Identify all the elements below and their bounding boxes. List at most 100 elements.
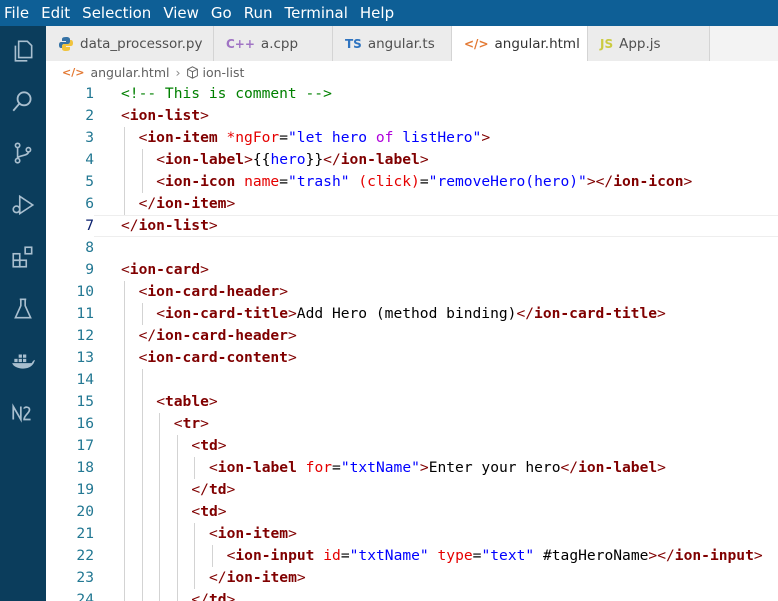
notebook-icon[interactable] xyxy=(8,398,38,428)
breadcrumb-symbol[interactable]: ion-list xyxy=(202,65,244,80)
code-line[interactable]: 24 </td> xyxy=(46,589,778,601)
line-number: 6 xyxy=(85,195,94,212)
line-number: 16 xyxy=(76,415,94,432)
indent-guide xyxy=(176,567,178,589)
tab-bar: data_processor.py C++ a.cpp TS angular.t… xyxy=(46,26,778,61)
indent-guide xyxy=(176,545,178,567)
code-text: </ion-card-header> xyxy=(138,327,297,344)
tab-label: a.cpp xyxy=(260,35,299,52)
search-icon[interactable] xyxy=(8,86,38,116)
line-number: 10 xyxy=(76,283,94,300)
line-number: 1 xyxy=(85,85,94,102)
indent-guide xyxy=(141,523,143,545)
code-line[interactable]: 7 </ion-list> xyxy=(46,215,778,237)
code-editor[interactable]: 1 <!-- This is comment --> 2 <ion-list> 3 <io… xyxy=(46,83,778,601)
activity-bar xyxy=(0,26,46,601)
menu-file[interactable]: File xyxy=(0,0,35,26)
code-line[interactable]: 11 <ion-card-title>Add Hero (method bindi… xyxy=(46,303,778,325)
line-number: 11 xyxy=(76,305,94,322)
line-number: 21 xyxy=(76,525,94,542)
indent-guide xyxy=(124,523,125,545)
indent-guide xyxy=(141,303,143,325)
indent-guide xyxy=(141,149,143,171)
line-number: 19 xyxy=(76,481,94,498)
menu-view[interactable]: View xyxy=(157,0,205,26)
code-line[interactable]: 14 xyxy=(46,369,778,391)
indent-guide xyxy=(159,567,161,589)
menu-run[interactable]: Run xyxy=(238,0,279,26)
code-line[interactable]: 2 <ion-list> xyxy=(46,105,778,127)
menu-terminal[interactable]: Terminal xyxy=(279,0,354,26)
menu-edit[interactable]: Edit xyxy=(35,0,76,26)
indent-guide xyxy=(141,501,143,523)
code-line[interactable]: 4 <ion-label>{{hero}}</ion-label> xyxy=(46,149,778,171)
code-line[interactable]: 1 <!-- This is comment --> xyxy=(46,83,778,105)
menu-selection[interactable]: Selection xyxy=(76,0,157,26)
code-line[interactable]: 6 </ion-item> xyxy=(46,193,778,215)
indent-guide xyxy=(176,435,178,457)
indent-guide xyxy=(124,391,125,413)
code-line[interactable]: 8 xyxy=(46,237,778,259)
tab-app-js[interactable]: JS App.js xyxy=(588,26,710,61)
indent-guide xyxy=(124,171,125,193)
menu-bar: File Edit Selection View Go Run Terminal… xyxy=(0,0,778,26)
line-number: 9 xyxy=(85,261,94,278)
indent-guide xyxy=(124,193,125,215)
line-number: 24 xyxy=(76,591,94,601)
tab-angular-ts[interactable]: TS angular.ts xyxy=(333,26,452,61)
indent-guide xyxy=(141,567,143,589)
breadcrumb: </> angular.html › ion-list xyxy=(46,61,778,83)
code-line[interactable]: 21 <ion-item> xyxy=(46,523,778,545)
code-line[interactable]: 22 <ion-input id="txtName" type="text" #t… xyxy=(46,545,778,567)
docker-icon[interactable] xyxy=(8,346,38,376)
tab-a-cpp[interactable]: C++ a.cpp xyxy=(214,26,333,61)
indent-guide xyxy=(141,171,143,193)
line-number: 5 xyxy=(85,173,94,190)
code-line[interactable]: 3 <ion-item *ngFor="let hero of listHero"… xyxy=(46,127,778,149)
indent-guide xyxy=(141,545,143,567)
cpp-icon: C++ xyxy=(226,36,255,51)
tab-data-processor-py[interactable]: data_processor.py xyxy=(46,26,214,61)
code-line[interactable]: 12 </ion-card-header> xyxy=(46,325,778,347)
indent-guide xyxy=(124,347,125,369)
code-line[interactable]: 13 <ion-card-content> xyxy=(46,347,778,369)
indent-guide xyxy=(124,413,125,435)
code-line[interactable]: 23 </ion-item> xyxy=(46,567,778,589)
code-line[interactable]: 20 <td> xyxy=(46,501,778,523)
line-number: 20 xyxy=(76,503,94,520)
code-text: <ion-item *ngFor="let hero of listHero"> xyxy=(138,129,491,146)
indent-guide xyxy=(194,545,196,567)
code-line[interactable]: 9 <ion-card> xyxy=(46,259,778,281)
indent-guide xyxy=(176,501,178,523)
breadcrumb-file[interactable]: angular.html xyxy=(90,65,169,80)
line-number: 22 xyxy=(76,547,94,564)
menu-help[interactable]: Help xyxy=(354,0,400,26)
run-debug-icon[interactable] xyxy=(8,190,38,220)
indent-guide xyxy=(141,457,143,479)
code-line[interactable]: 16 <tr> xyxy=(46,413,778,435)
code-line[interactable]: 10 <ion-card-header> xyxy=(46,281,778,303)
code-line[interactable]: 19 </td> xyxy=(46,479,778,501)
code-line[interactable]: 5 <ion-icon name="trash" (click)="removeH… xyxy=(46,171,778,193)
testing-icon[interactable] xyxy=(8,294,38,324)
indent-guide xyxy=(124,567,125,589)
explorer-icon[interactable] xyxy=(8,36,38,66)
code-line[interactable]: 17 <td> xyxy=(46,435,778,457)
indent-guide xyxy=(141,435,143,457)
code-text: <ion-card-content> xyxy=(138,349,297,366)
code-text: <td> xyxy=(191,503,227,520)
code-line[interactable]: 18 <ion-label for="txtName">Enter your he… xyxy=(46,457,778,479)
code-line[interactable]: 15 <table> xyxy=(46,391,778,413)
html-icon: </> xyxy=(62,65,85,79)
code-text: <ion-card> xyxy=(121,261,209,278)
line-number: 14 xyxy=(76,371,94,388)
indent-guide xyxy=(159,457,161,479)
tab-angular-html[interactable]: </> angular.html ✕ xyxy=(452,26,600,61)
tab-label: App.js xyxy=(619,35,661,52)
extensions-icon[interactable] xyxy=(8,242,38,272)
menu-go[interactable]: Go xyxy=(205,0,238,26)
indent-guide xyxy=(124,435,125,457)
indent-guide xyxy=(194,523,196,545)
ts-icon: TS xyxy=(345,36,362,51)
source-control-icon[interactable] xyxy=(8,138,38,168)
